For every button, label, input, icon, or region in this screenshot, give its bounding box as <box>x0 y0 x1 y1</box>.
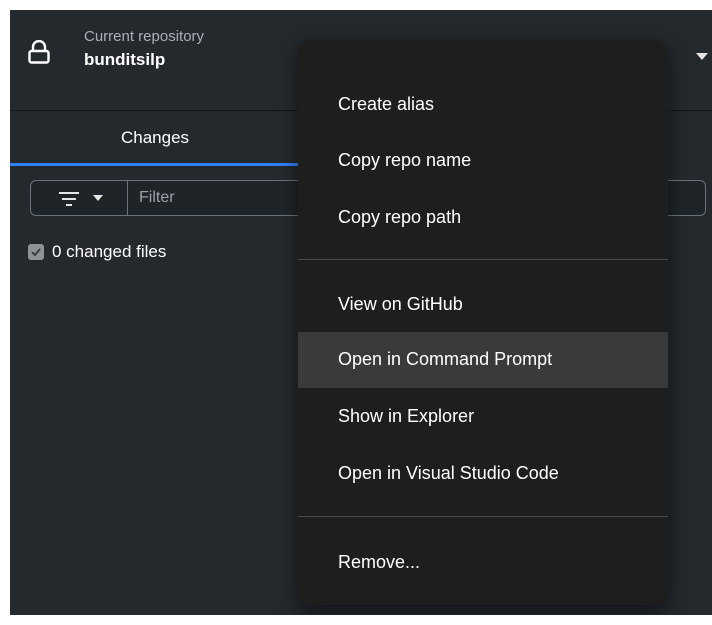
menu-item-show-in-explorer[interactable]: Show in Explorer <box>298 389 668 445</box>
chevron-down-icon[interactable] <box>696 53 708 60</box>
menu-item-create-alias[interactable]: Create alias <box>298 77 668 133</box>
menu-item-label: Copy repo name <box>338 150 472 170</box>
repository-name: bunditsilp <box>84 50 166 69</box>
menu-item-label: Open in Command Prompt <box>338 349 553 369</box>
menu-item-open-in-command-prompt[interactable]: Open in Command Prompt <box>298 332 668 388</box>
filter-icon <box>59 192 79 206</box>
github-desktop-window: Current repository bunditsilp Changes Fi… <box>10 10 712 615</box>
menu-separator <box>298 516 668 517</box>
menu-item-copy-repo-name[interactable]: Copy repo name <box>298 133 668 189</box>
checkmark-icon <box>31 248 41 257</box>
select-all-checkbox[interactable] <box>28 244 44 260</box>
menu-item-remove[interactable]: Remove... <box>298 535 668 591</box>
menu-item-label: Open in Visual Studio Code <box>338 463 559 483</box>
chevron-down-icon <box>93 195 103 201</box>
menu-separator <box>298 259 668 260</box>
menu-item-copy-repo-path[interactable]: Copy repo path <box>298 190 668 246</box>
menu-item-label: Show in Explorer <box>338 406 475 426</box>
menu-item-open-in-visual-studio-code[interactable]: Open in Visual Studio Code <box>298 446 668 502</box>
menu-item-label: Create alias <box>338 94 435 114</box>
changed-files-count: 0 changed files <box>52 242 167 261</box>
menu-item-view-on-github[interactable]: View on GitHub <box>298 277 668 333</box>
lock-icon <box>28 40 50 64</box>
menu-item-label: Remove... <box>338 552 421 572</box>
repository-context-menu: Create alias Copy repo name Copy repo pa… <box>298 40 668 605</box>
filter-input[interactable] <box>139 187 319 209</box>
filter-options-button[interactable] <box>31 181 128 215</box>
tab-changes-label: Changes <box>120 128 190 147</box>
tab-changes[interactable]: Changes <box>10 111 300 167</box>
repository-caption: Current repository <box>84 28 205 45</box>
menu-item-label: View on GitHub <box>338 294 463 314</box>
menu-item-label: Copy repo path <box>338 207 462 227</box>
